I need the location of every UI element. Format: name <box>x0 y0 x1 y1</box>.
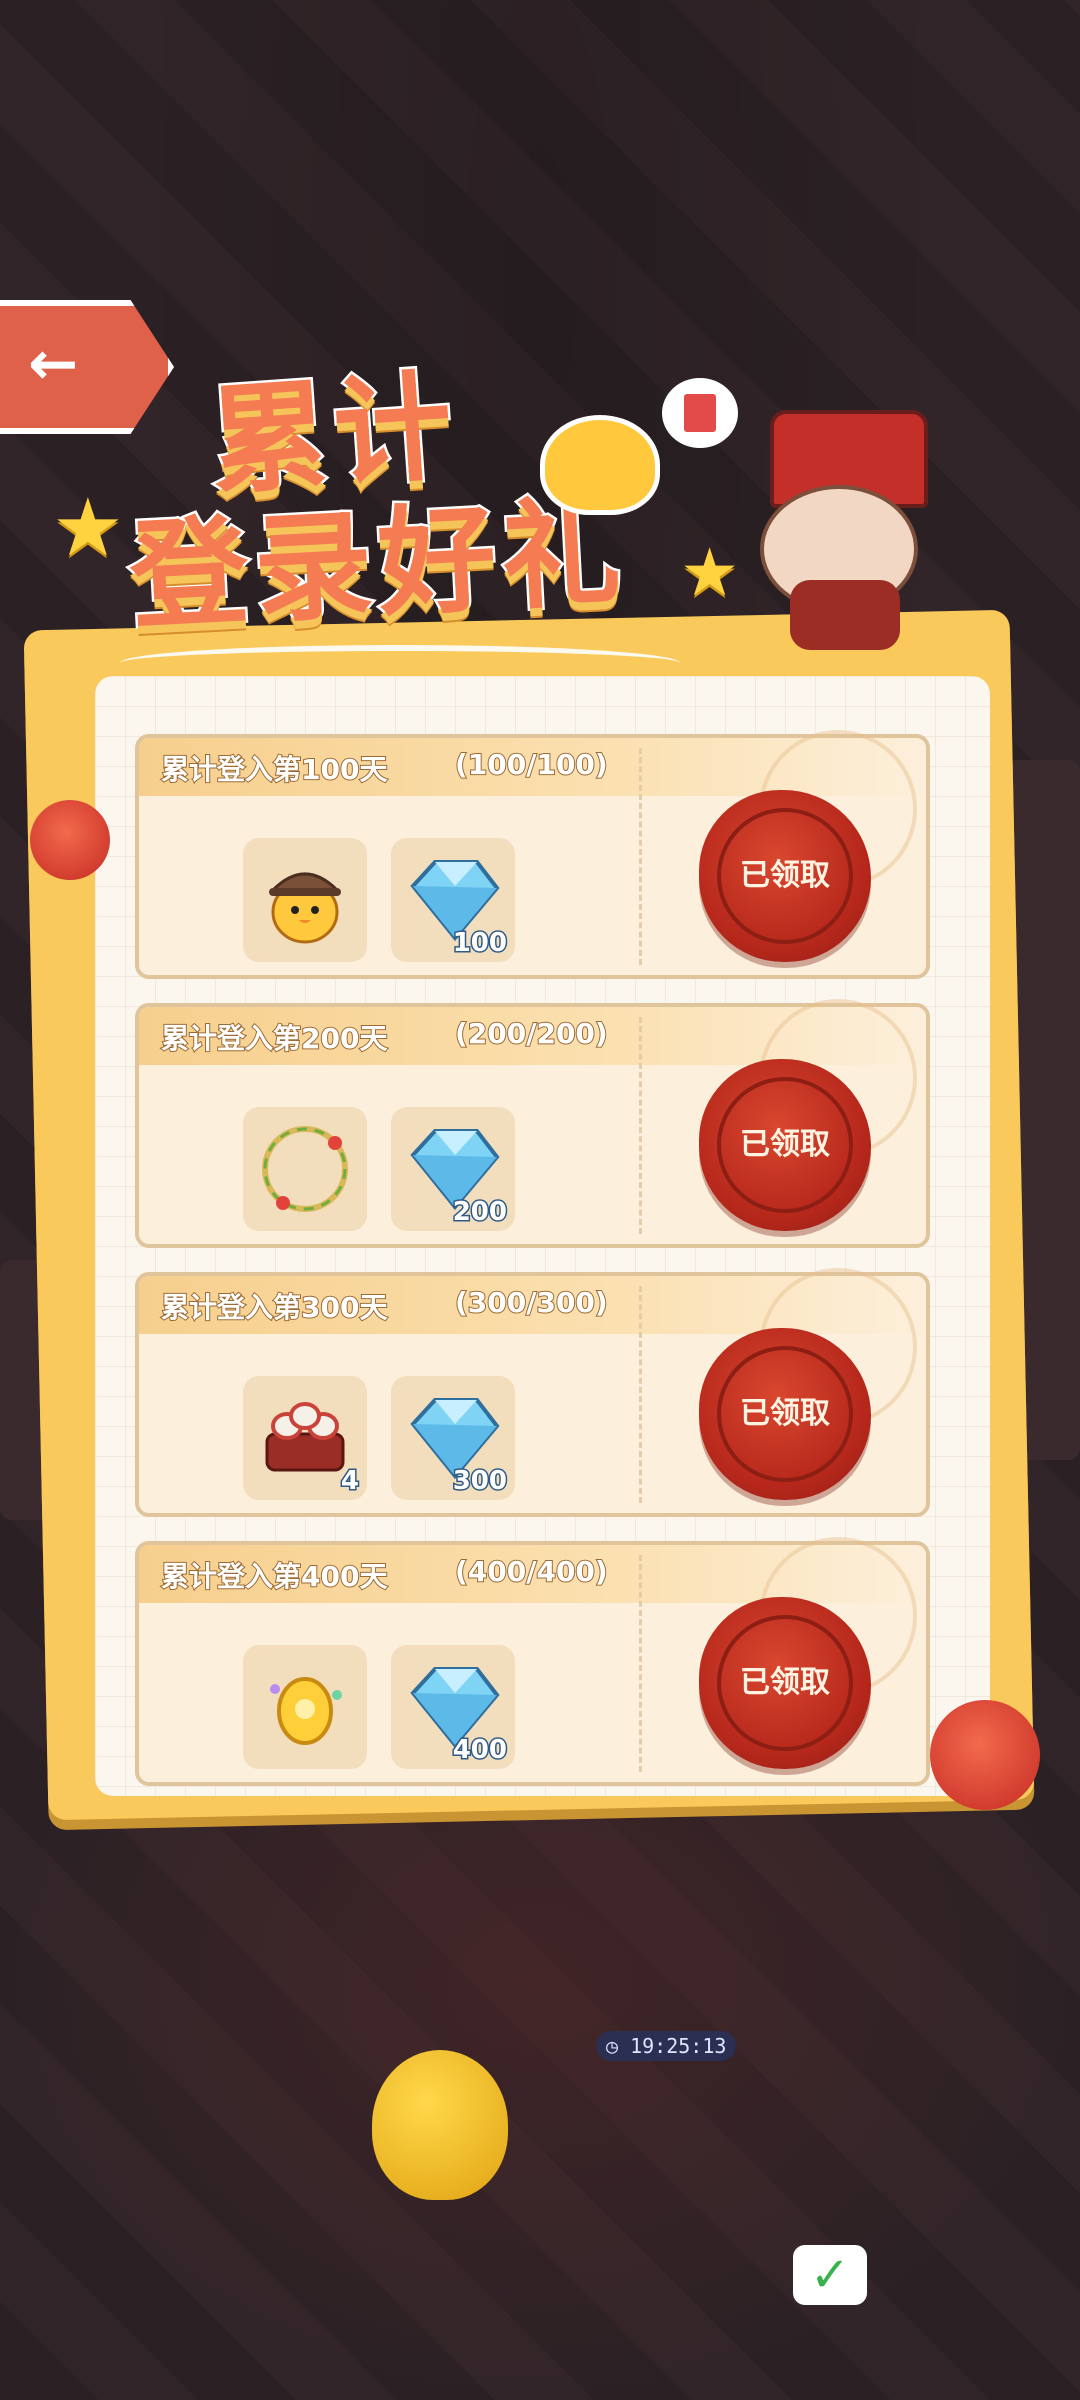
page-title: 累计 登录好礼 <box>120 354 680 685</box>
seal-label: 已领取 <box>740 1127 830 1162</box>
ticket-divider <box>639 1017 642 1234</box>
reward-title: 累计登入第200天 <box>160 1021 388 1056</box>
flower-wreath-frame-icon <box>262 1126 348 1212</box>
reward-progress: (100/100) <box>454 747 609 782</box>
reward-card: 累计登入第300天 (300/300) 4 300 已领取 <box>135 1268 930 1517</box>
rose-decoration-icon <box>30 800 110 880</box>
reward-item-qty: 4 <box>339 1465 360 1498</box>
reward-card: 累计登入第200天 (200/200) 200 已领取 <box>135 999 930 1248</box>
arrow-left-icon: ← <box>28 329 79 399</box>
duck-logo-icon <box>540 415 660 515</box>
reward-item[interactable] <box>243 1107 367 1231</box>
scene-timer: ◷ 19:25:13 <box>596 2031 737 2061</box>
rose-decoration-icon <box>930 1700 1040 1810</box>
mascot-body <box>790 580 900 650</box>
reward-item-qty: 200 <box>451 1196 508 1229</box>
seal-label: 已领取 <box>740 858 830 893</box>
book-icon <box>684 394 716 432</box>
ticket-divider <box>639 1555 642 1772</box>
title-line-2: 登录好礼 <box>124 480 632 649</box>
reward-title: 累计登入第100天 <box>160 752 388 787</box>
golden-egg-icon <box>270 1677 342 1745</box>
mascot-character <box>740 410 950 650</box>
star-icon: ★ <box>52 481 124 574</box>
ticket-divider <box>639 1286 642 1503</box>
reward-title: 累计登入第400天 <box>160 1559 388 1594</box>
title-line-1: 累计 <box>203 354 465 514</box>
reward-progress: (300/300) <box>454 1285 609 1320</box>
claimed-seal-button[interactable]: 已领取 <box>699 1328 871 1500</box>
scene-hot-air-balloon <box>372 2050 508 2200</box>
seal-label: 已领取 <box>740 1396 830 1431</box>
reward-title: 累计登入第300天 <box>160 1290 388 1325</box>
reward-item[interactable]: 300 <box>391 1376 515 1500</box>
duck-detective-avatar-icon <box>269 872 341 944</box>
reward-item-qty: 400 <box>451 1734 508 1767</box>
reward-item[interactable]: 4 <box>243 1376 367 1500</box>
reward-item[interactable]: 400 <box>391 1645 515 1769</box>
ticket-divider <box>639 748 642 965</box>
reward-item[interactable]: 200 <box>391 1107 515 1231</box>
star-icon: ★ <box>680 534 740 611</box>
claimed-seal-button[interactable]: 已领取 <box>699 790 871 962</box>
seal-label: 已领取 <box>740 1665 830 1700</box>
reward-progress: (400/400) <box>454 1554 609 1589</box>
reward-item[interactable] <box>243 838 367 962</box>
speech-bubble <box>662 378 738 448</box>
reward-item[interactable]: 100 <box>391 838 515 962</box>
reward-card: 累计登入第100天 (100/100) 100 已领取 <box>135 730 930 979</box>
reward-item-qty: 100 <box>451 927 508 960</box>
checkmark-icon[interactable]: ✓ <box>793 2245 867 2305</box>
reward-card: 累计登入第400天 (400/400) 400 已领取 <box>135 1537 930 1786</box>
rewards-list[interactable]: 累计登入第100天 (100/100) 100 已领取 累计登入第200天 (2… <box>135 730 930 1796</box>
claimed-seal-button[interactable]: 已领取 <box>699 1597 871 1769</box>
reward-item[interactable] <box>243 1645 367 1769</box>
reward-item-qty: 300 <box>451 1465 508 1498</box>
rewards-panel[interactable]: 累计登入第100天 (100/100) 100 已领取 累计登入第200天 (2… <box>95 676 990 1796</box>
claimed-seal-button[interactable]: 已领取 <box>699 1059 871 1231</box>
reward-progress: (200/200) <box>454 1016 609 1051</box>
scene-timer-text: 19:25:13 <box>630 2034 727 2058</box>
